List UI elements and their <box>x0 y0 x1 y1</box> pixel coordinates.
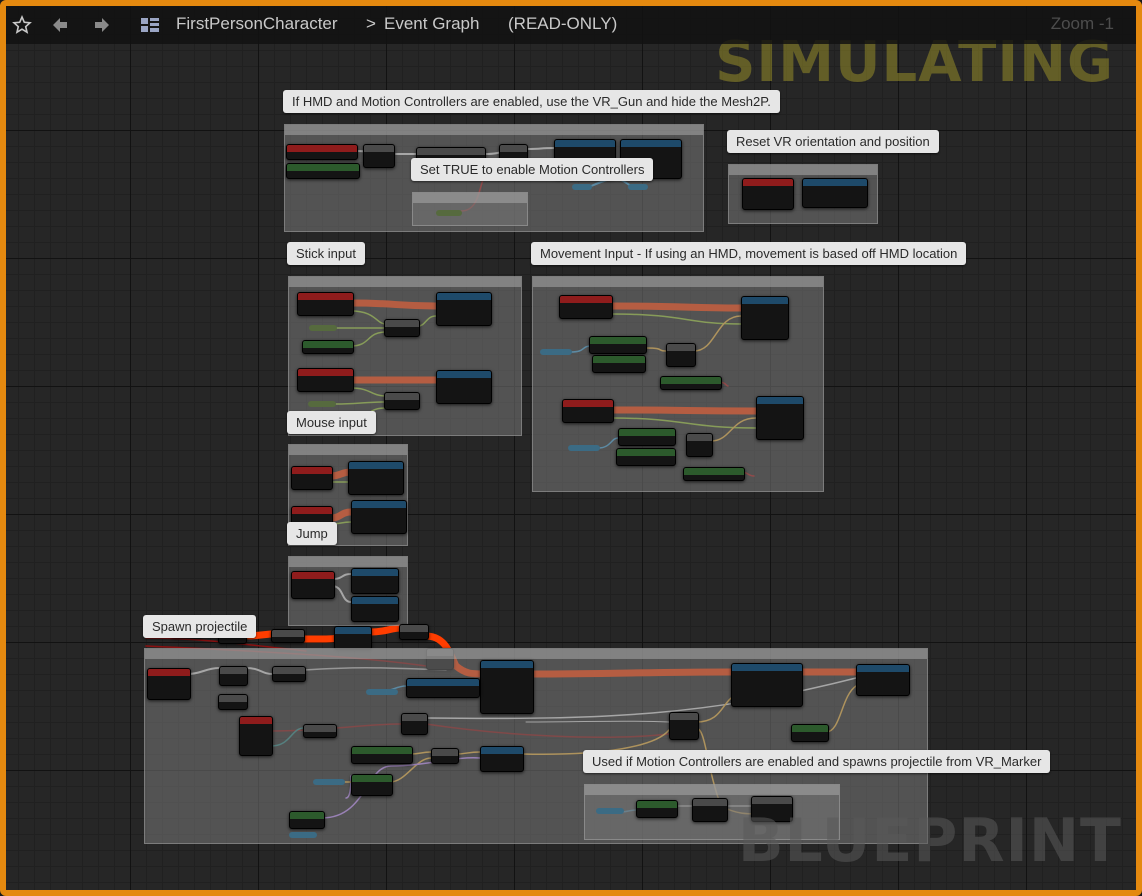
hmd-enabled-node[interactable] <box>660 376 722 390</box>
set-node-4[interactable] <box>272 666 306 682</box>
comment-group-header <box>145 649 927 659</box>
stop-jumping-node[interactable] <box>351 596 399 622</box>
comment-group-header <box>533 277 823 287</box>
arrow-right-icon[interactable] <box>88 12 116 38</box>
add-controller-yaw-node-mouse[interactable] <box>348 461 404 495</box>
comment-motion-controllers-bubble[interactable]: Used if Motion Controllers are enabled a… <box>583 750 1051 773</box>
base-turn-rate-node[interactable] <box>302 340 354 354</box>
inputaxis-turn-node[interactable] <box>291 466 333 490</box>
comment-jump-bubble[interactable]: Jump <box>287 522 337 545</box>
spawnactor-firstpersonprojectile-node[interactable] <box>731 663 803 707</box>
get-world-location-node-3[interactable] <box>636 800 678 818</box>
comment-group-header <box>289 277 521 287</box>
breadcrumb-graph[interactable]: Event Graph <box>384 14 479 34</box>
comment-group-set-true[interactable] <box>412 192 528 226</box>
rotate-vector-node[interactable] <box>351 774 393 796</box>
inputaction-fire-node[interactable] <box>147 668 191 700</box>
equal-node[interactable] <box>303 724 337 738</box>
object-pin-pill <box>572 184 592 190</box>
branch-node[interactable] <box>363 144 395 168</box>
get-forward-vector-node[interactable] <box>589 336 647 354</box>
breadcrumb-separator: > <box>366 14 376 33</box>
reset-orientation-node[interactable] <box>802 178 868 208</box>
comment-group-header <box>285 125 703 135</box>
branch-node-5[interactable] <box>219 666 248 686</box>
select-node-2[interactable] <box>686 433 713 457</box>
montage-play-node[interactable] <box>480 660 534 714</box>
object-pin-pill <box>596 808 624 814</box>
get-world-location-node[interactable] <box>791 724 829 742</box>
delay-node[interactable] <box>334 626 372 650</box>
object-pin-pill <box>289 832 317 838</box>
select-node[interactable] <box>666 343 696 367</box>
inputaction-jump-node[interactable] <box>291 571 335 599</box>
select-node-3[interactable] <box>669 712 699 740</box>
object-pin-pill <box>628 184 648 190</box>
play-sound-at-location-node[interactable] <box>856 664 910 696</box>
zoom-level: Zoom -1 <box>1050 14 1114 33</box>
hmd-enabled-node-2[interactable] <box>683 467 745 481</box>
comment-group-header <box>729 165 877 175</box>
comment-spawn-projectile-bubble[interactable]: Spawn projectile <box>143 615 257 638</box>
read-only-label: (READ-ONLY) <box>508 14 618 33</box>
comment-group-header <box>585 785 839 795</box>
get-world-location-node-2[interactable] <box>351 746 413 764</box>
inputaxis-turnrate-node[interactable] <box>297 292 354 316</box>
inputaxis-moveforward-node[interactable] <box>559 295 613 319</box>
comment-hmd-bubble[interactable]: If HMD and Motion Controllers are enable… <box>283 90 780 113</box>
comment-stick-input-bubble[interactable]: Stick input <box>287 242 365 265</box>
get-actor-right-vector-node[interactable] <box>616 448 676 466</box>
hmd-display-enabled-node[interactable] <box>286 163 360 179</box>
bool-pin-pill <box>436 210 462 216</box>
jump-node[interactable] <box>351 568 399 594</box>
comment-group-header <box>289 557 407 567</box>
inputaxis-moveright-node[interactable] <box>562 399 614 423</box>
comment-mouse-input-bubble[interactable]: Mouse input <box>287 411 376 434</box>
add-movement-input-node-2[interactable] <box>756 396 804 440</box>
blueprint-graph-icon <box>136 12 164 38</box>
get-world-rotation-node[interactable] <box>289 811 325 829</box>
branch-node-6[interactable] <box>401 713 428 735</box>
multiply-node-2[interactable] <box>384 392 420 410</box>
make-transform-node[interactable] <box>480 746 524 772</box>
inputtouch-node[interactable] <box>239 716 273 756</box>
multiply-node[interactable] <box>384 319 420 337</box>
comment-movement-input-bubble[interactable]: Movement Input - If using an HMD, moveme… <box>531 242 967 265</box>
comment-reset-vr-bubble[interactable]: Reset VR orientation and position <box>727 130 939 153</box>
add-controller-pitch-node-mouse[interactable] <box>351 500 407 534</box>
object-pin-pill <box>568 445 600 451</box>
float-pin-pill <box>309 325 337 331</box>
comment-set-true-bubble[interactable]: Set TRUE to enable Motion Controllers <box>411 158 654 181</box>
set-node-5[interactable] <box>218 694 248 710</box>
inputaction-resetvr-node[interactable] <box>742 178 794 210</box>
comment-group-header <box>289 445 407 455</box>
get-right-vector-node[interactable] <box>618 428 676 446</box>
arrow-left-icon[interactable] <box>46 12 74 38</box>
star-icon[interactable] <box>8 12 36 38</box>
object-pin-pill <box>540 349 572 355</box>
set-node-2[interactable] <box>271 629 305 643</box>
comment-group-header <box>413 193 527 203</box>
breadcrumb-blueprint[interactable]: FirstPersonCharacter <box>176 14 338 34</box>
break-transform-node[interactable] <box>692 798 728 822</box>
add-controller-yaw-input-node[interactable] <box>436 292 492 326</box>
float-pin-pill <box>308 401 336 407</box>
set-node-3[interactable] <box>399 624 429 640</box>
get-anim-instance-node[interactable] <box>406 678 480 698</box>
add-controller-pitch-input-node[interactable] <box>436 370 492 404</box>
add-vector-node[interactable] <box>431 748 459 764</box>
get-actor-forward-vector-node[interactable] <box>592 355 646 373</box>
blueprint-watermark: BLUEPRINT <box>737 806 1122 876</box>
event-beginplay-node[interactable] <box>286 144 358 160</box>
add-movement-input-node[interactable] <box>741 296 789 340</box>
inputaxis-lookuprate-node[interactable] <box>297 368 354 392</box>
blueprint-graph-canvas[interactable]: If HMD and Motion Controllers are enable… <box>0 0 1142 896</box>
object-pin-pill <box>366 689 398 695</box>
object-pin-pill <box>313 779 345 785</box>
